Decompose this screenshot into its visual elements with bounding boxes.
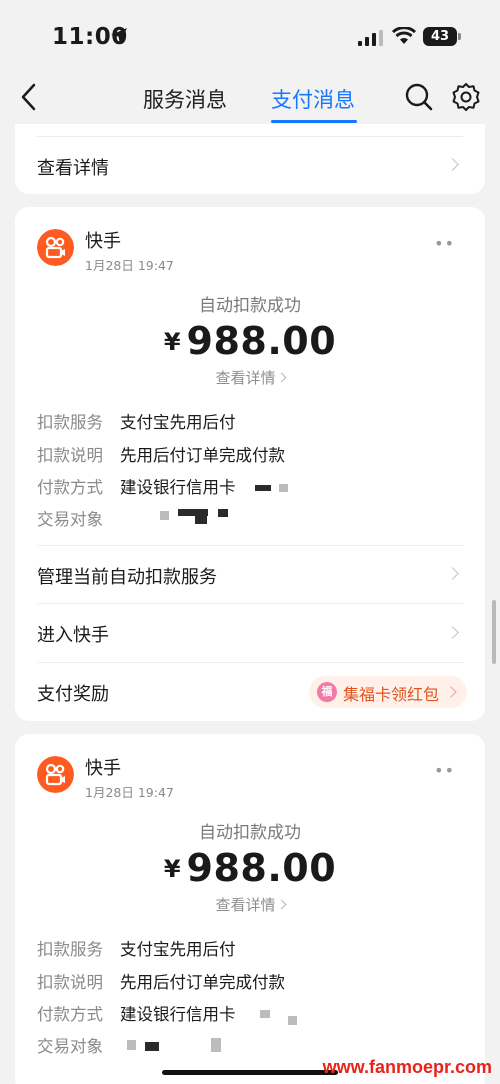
view-details-link[interactable]: 查看详情	[15, 894, 485, 915]
active-tab-indicator	[271, 120, 357, 123]
detail-key: 付款方式	[37, 478, 103, 497]
payment-reward-label: 支付奖励	[37, 684, 109, 705]
redaction-mark	[195, 516, 207, 524]
divider	[37, 136, 463, 137]
message-date: 1月28日 19:47	[85, 785, 174, 800]
detail-key: 付款方式	[37, 1005, 103, 1024]
detail-key: 扣款服务	[37, 413, 103, 432]
payment-status: 自动扣款成功	[199, 296, 301, 316]
chevron-right-icon	[445, 686, 457, 698]
message-date: 1月28日 19:47	[85, 258, 174, 273]
payment-status: 自动扣款成功	[199, 823, 301, 843]
more-icon[interactable]: ••	[434, 761, 455, 780]
tab-payment-messages[interactable]: 支付消息	[271, 84, 355, 114]
reward-label: 集福卡领红包	[343, 685, 440, 704]
redaction-mark	[288, 1016, 297, 1025]
kuaishou-logo-icon	[37, 229, 74, 266]
divider	[37, 662, 463, 663]
battery-indicator: 43	[423, 27, 457, 46]
detail-row: 扣款服务 支付宝先用后付	[37, 409, 236, 433]
detail-value: 建设银行信用卡	[120, 478, 236, 497]
payment-amount: ¥988.00	[15, 846, 485, 890]
view-details-label: 查看详情	[215, 896, 276, 914]
detail-value: 建设银行信用卡	[120, 1005, 236, 1024]
redaction-mark	[260, 1010, 270, 1018]
detail-row: 扣款说明 先用后付订单完成付款	[37, 969, 285, 993]
currency-symbol: ¥	[163, 855, 181, 883]
detail-value: 先用后付订单完成付款	[120, 446, 285, 465]
detail-key: 交易对象	[37, 510, 103, 529]
previous-card-footer: 查看详情	[15, 124, 485, 194]
detail-row: 扣款说明 先用后付订单完成付款	[37, 442, 285, 466]
back-icon[interactable]	[18, 82, 42, 112]
detail-row: 扣款服务 支付宝先用后付	[37, 936, 236, 960]
fu-badge-icon: 福	[317, 682, 337, 702]
app-name: 快手	[85, 231, 121, 252]
amount-value: 988.00	[186, 846, 337, 890]
detail-value: 支付宝先用后付	[120, 413, 236, 432]
detail-row: 付款方式 建设银行信用卡	[37, 474, 236, 498]
gear-icon[interactable]	[451, 82, 481, 112]
payment-amount: ¥988.00	[15, 319, 485, 363]
amount-value: 988.00	[186, 319, 337, 363]
kuaishou-logo-icon	[37, 756, 74, 793]
search-icon[interactable]	[404, 82, 434, 112]
redaction-mark	[279, 484, 288, 492]
enter-app-row[interactable]: 进入快手	[37, 621, 109, 647]
detail-value: 支付宝先用后付	[120, 940, 236, 959]
payment-card: 快手 1月28日 19:47 •• 自动扣款成功 ¥988.00 查看详情 扣款…	[15, 207, 485, 721]
detail-row: 交易对象	[37, 1033, 120, 1057]
detail-row: 交易对象	[37, 506, 120, 530]
status-bar: 11:00 43	[0, 0, 500, 74]
battery-nub	[458, 33, 461, 40]
more-icon[interactable]: ••	[434, 234, 455, 253]
manage-auto-debit-row[interactable]: 管理当前自动扣款服务	[37, 563, 217, 589]
detail-row: 付款方式 建设银行信用卡	[37, 1001, 236, 1025]
location-arrow-icon	[111, 28, 127, 44]
chevron-right-icon	[446, 158, 459, 171]
redaction-mark	[127, 1040, 136, 1050]
view-details-row[interactable]: 查看详情	[37, 154, 109, 180]
chevron-right-icon	[276, 899, 286, 910]
nav-bar: 服务消息 支付消息	[0, 74, 500, 124]
signal-icon	[358, 30, 383, 46]
detail-value: 先用后付订单完成付款	[120, 973, 285, 992]
redaction-mark	[211, 1038, 221, 1052]
detail-key: 扣款服务	[37, 940, 103, 959]
view-details-label: 查看详情	[215, 369, 276, 387]
payment-card: 快手 1月28日 19:47 •• 自动扣款成功 ¥988.00 查看详情 扣款…	[15, 734, 485, 1084]
chevron-right-icon	[446, 567, 459, 580]
redaction-mark	[255, 485, 271, 491]
app-name: 快手	[85, 758, 121, 779]
watermark: www.fanmoepr.com	[322, 1057, 492, 1077]
currency-symbol: ¥	[163, 328, 181, 356]
redaction-mark	[160, 511, 169, 520]
detail-key: 扣款说明	[37, 446, 103, 465]
divider	[37, 545, 463, 546]
redaction-mark	[145, 1042, 159, 1051]
redaction-mark	[178, 509, 208, 516]
redaction-mark	[218, 509, 228, 517]
chevron-right-icon	[276, 372, 286, 383]
chevron-right-icon	[446, 626, 459, 639]
detail-key: 交易对象	[37, 1037, 103, 1056]
detail-key: 扣款说明	[37, 973, 103, 992]
divider	[37, 603, 463, 604]
wifi-icon	[392, 27, 416, 44]
home-indicator	[162, 1070, 338, 1075]
view-details-link[interactable]: 查看详情	[15, 367, 485, 388]
scrollbar[interactable]	[492, 600, 496, 664]
tab-service-messages[interactable]: 服务消息	[143, 84, 227, 114]
reward-button[interactable]: 福 集福卡领红包	[309, 676, 467, 708]
